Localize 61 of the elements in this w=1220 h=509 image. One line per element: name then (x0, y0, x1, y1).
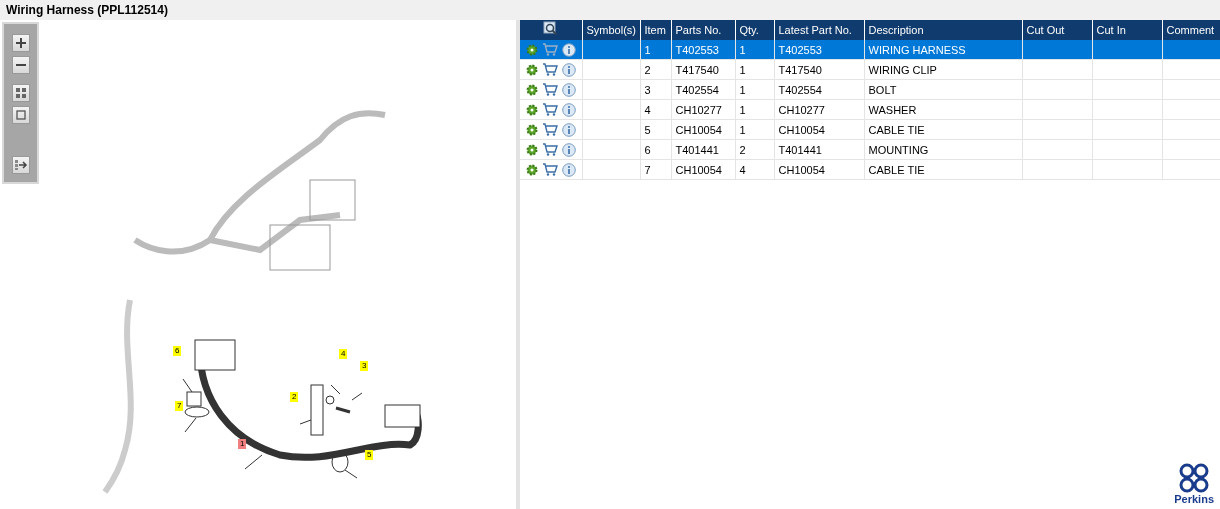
gear-icon[interactable] (526, 63, 538, 76)
column-header[interactable]: Cut In (1092, 20, 1162, 40)
column-header[interactable]: Latest Part No. (774, 20, 864, 40)
callout-label[interactable]: 5 (365, 450, 374, 460)
info-icon[interactable] (562, 82, 576, 97)
table-row[interactable]: 4 CH10277 1 CH10277 WASHER (520, 99, 1220, 120)
column-header[interactable]: Item (640, 20, 671, 40)
callout-label[interactable]: 7 (175, 401, 184, 411)
table-cell: T402553 (671, 40, 735, 60)
column-header[interactable]: Parts No. (671, 20, 735, 40)
gear-icon[interactable] (526, 143, 538, 156)
window-title: Wiring Harness (PPL112514) (6, 3, 168, 17)
square-icon (14, 109, 27, 121)
column-header[interactable]: Description (864, 20, 1022, 40)
gear-icon[interactable] (526, 163, 538, 176)
info-icon[interactable] (562, 162, 576, 177)
fit-view-button[interactable] (11, 84, 30, 102)
column-header[interactable] (520, 20, 582, 40)
info-icon[interactable] (562, 142, 576, 157)
table-row[interactable]: 7 CH10054 4 CH10054 CABLE TIE (520, 159, 1220, 180)
cart-icon[interactable] (542, 163, 558, 176)
table-cell: 1 (640, 40, 671, 60)
grid-icon (14, 87, 27, 99)
callout-label[interactable]: 6 (173, 346, 182, 356)
zoom-out-button[interactable] (11, 56, 30, 74)
info-icon[interactable] (562, 42, 576, 57)
table-row[interactable]: 5 CH10054 1 CH10054 CABLE TIE (520, 119, 1220, 140)
column-header[interactable]: Qty. (735, 20, 774, 40)
list-arrow-icon (13, 159, 28, 171)
export-button[interactable] (11, 156, 30, 174)
table-row[interactable]: 6 T401441 2 T401441 MOUNTING (520, 139, 1220, 160)
cart-icon[interactable] (542, 103, 558, 116)
callout-label[interactable]: 1 (238, 439, 247, 449)
column-header[interactable]: Symbol(s) (582, 20, 640, 40)
table-row[interactable]: 3 T402554 1 T402554 BOLT (520, 79, 1220, 100)
callout-label[interactable]: 3 (360, 361, 369, 371)
info-icon[interactable] (562, 122, 576, 137)
table-cell: 1 (735, 40, 774, 60)
gear-icon[interactable] (526, 83, 538, 96)
actual-size-button[interactable] (11, 106, 30, 124)
gear-icon[interactable] (526, 43, 538, 56)
table-cell: WIRING HARNESS (864, 40, 1022, 60)
callout-label[interactable]: 2 (290, 392, 299, 402)
zoom-in-button[interactable] (11, 34, 30, 52)
cart-icon[interactable] (542, 63, 558, 76)
cart-icon[interactable] (542, 143, 558, 156)
search-icon[interactable] (542, 21, 559, 37)
info-icon[interactable] (562, 62, 576, 77)
table-row[interactable]: 1 T402553 1 T402553 WIRING HARNESS (520, 40, 1220, 60)
callout-label[interactable]: 4 (339, 349, 348, 359)
table-row[interactable]: 2 T417540 1 T417540 WIRING CLIP (520, 59, 1220, 80)
cart-icon[interactable] (542, 123, 558, 136)
info-icon[interactable] (562, 102, 576, 117)
gear-icon[interactable] (526, 103, 538, 116)
brand-name: Perkins (1174, 493, 1214, 505)
gear-icon[interactable] (526, 123, 538, 136)
cart-icon[interactable] (542, 83, 558, 96)
plus-icon (14, 37, 27, 49)
column-header[interactable]: Comment (1162, 20, 1220, 40)
column-header[interactable]: Cut Out (1022, 20, 1092, 40)
table-cell: T402553 (774, 40, 864, 60)
